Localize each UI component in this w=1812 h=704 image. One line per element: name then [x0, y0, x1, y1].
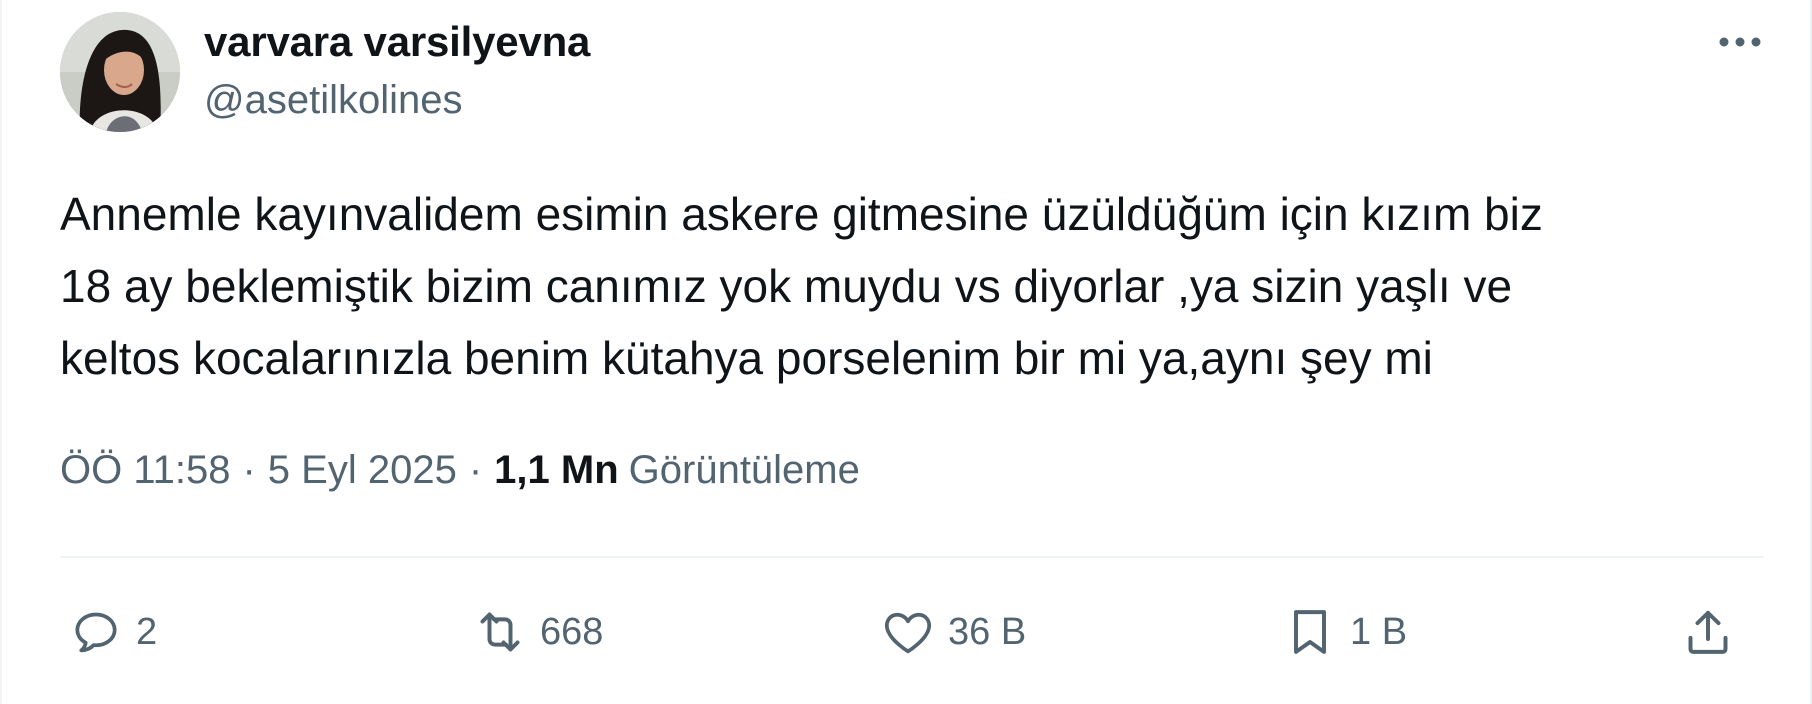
divider [60, 556, 1764, 558]
more-options-button[interactable] [1710, 22, 1770, 62]
meta-separator: · [468, 448, 483, 492]
like-count: 36 B [948, 610, 1027, 653]
bookmark-icon [1294, 610, 1326, 654]
tweet-card: varvara varsilyevna @asetilkolines Annem… [0, 0, 1812, 704]
meta-separator: · [242, 448, 256, 492]
action-bar: 2 668 36 B 1 B [60, 596, 1764, 668]
reply-count: 2 [136, 610, 158, 653]
heart-icon [884, 612, 932, 654]
profile-photo-icon [60, 12, 180, 132]
avatar[interactable] [60, 12, 180, 132]
like-button[interactable]: 36 B [880, 596, 1026, 668]
retweet-icon [480, 612, 520, 652]
bookmark-count: 1 B [1350, 610, 1408, 653]
tweet-text: Annemle kayınvalidem esimin askere gitme… [60, 188, 1543, 384]
share-icon [1688, 610, 1728, 654]
tweet-meta: ÖÖ 11:58 · 5 Eyl 2025 · 1,1 Mn Görüntüle… [60, 448, 860, 493]
views-count[interactable]: 1,1 Mn [494, 448, 618, 493]
reply-icon [75, 612, 117, 653]
author-display-name[interactable]: varvara varsilyevna [204, 18, 590, 66]
author-handle[interactable]: @asetilkolines [204, 78, 463, 123]
retweet-count: 668 [540, 610, 604, 653]
tweet-date[interactable]: 5 Eyl 2025 [268, 448, 457, 493]
tweet-time[interactable]: ÖÖ 11:58 [60, 448, 230, 493]
views-label[interactable]: Görüntüleme [629, 448, 860, 493]
reply-button[interactable]: 2 [68, 596, 157, 668]
more-icon [1719, 37, 1761, 47]
share-button[interactable] [1680, 596, 1736, 668]
bookmark-button[interactable]: 1 B [1282, 596, 1407, 668]
retweet-button[interactable]: 668 [472, 596, 603, 668]
